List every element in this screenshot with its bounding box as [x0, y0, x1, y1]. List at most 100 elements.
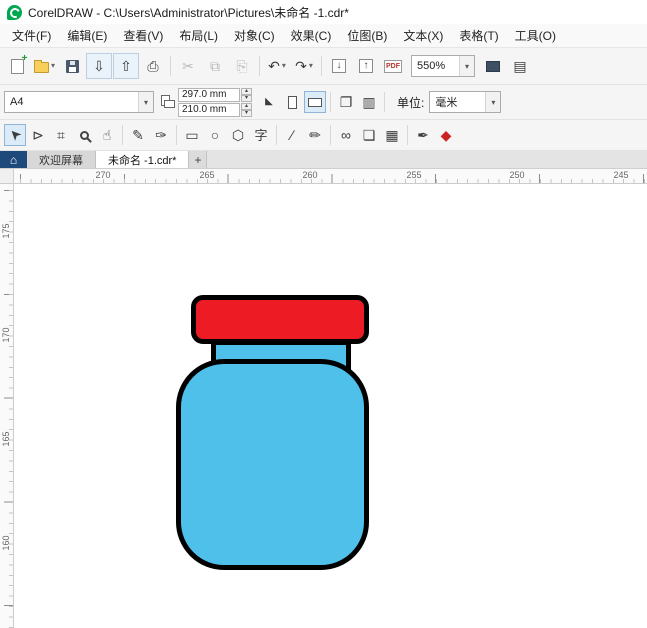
ruler-label: 170 — [1, 327, 11, 343]
color-eyedropper-tool-button[interactable]: ✒ — [412, 124, 434, 146]
copy-icon: ⧉ — [210, 58, 221, 74]
export-button[interactable]: ↑ — [353, 53, 379, 79]
open-cloud-button[interactable]: ⇩ — [86, 53, 113, 79]
horizontal-ruler[interactable]: 270 265 260 255 250 245 — [14, 169, 647, 184]
pan-tool-button[interactable]: ☝ — [96, 124, 118, 146]
ruler-label: 270 — [95, 170, 111, 180]
document-tab-bar: ⌂ 欢迎屏幕 未命名 -1.cdr* + — [0, 151, 647, 169]
show-rulers-button[interactable]: ▤ — [507, 53, 533, 79]
page-layout-button[interactable]: ▥ — [358, 91, 380, 113]
title-bar: CorelDRAW - C:\Users\Administrator\Pictu… — [0, 0, 647, 24]
page-dimensions-fields: 297.0 mm ▴ ▾ 210.0 mm ▴ ▾ — [178, 87, 252, 117]
shape-tool-icon: ⊳ — [32, 127, 44, 143]
artistic-media-tool-button[interactable]: ✑ — [150, 124, 172, 146]
separator — [170, 56, 172, 76]
stepper-up-icon[interactable]: ▴ — [241, 102, 252, 110]
ruler-label: 260 — [302, 170, 318, 180]
zoom-tool-button[interactable] — [73, 124, 95, 146]
zoom-level-value[interactable]: 550% — [412, 56, 459, 76]
save-button[interactable] — [59, 53, 85, 79]
portrait-orientation-button[interactable] — [281, 91, 303, 113]
crop-tool-icon: ⌗ — [57, 127, 65, 143]
tab-welcome-screen[interactable]: 欢迎屏幕 — [27, 151, 96, 168]
redo-button[interactable]: ↷ ▾ — [291, 53, 317, 79]
landscape-orientation-button[interactable] — [304, 91, 326, 113]
menu-file[interactable]: 文件(F) — [4, 24, 59, 47]
menu-effects[interactable]: 效果(C) — [283, 24, 340, 47]
zoom-level-combobox[interactable]: 550% ▾ — [411, 55, 476, 77]
page-height-stepper[interactable]: ▴ ▾ — [241, 102, 252, 117]
new-document-button[interactable]: + — [4, 53, 30, 79]
menu-view[interactable]: 查看(V) — [115, 24, 171, 47]
open-dropdown-caret-icon[interactable]: ▾ — [51, 62, 55, 70]
vertical-ruler[interactable]: 175 170 165 160 — [0, 184, 14, 628]
separator — [407, 125, 408, 145]
open-document-button[interactable]: ▾ — [31, 53, 58, 79]
polygon-tool-icon: ⬡ — [231, 127, 245, 143]
page-height-input[interactable]: 210.0 mm — [178, 102, 240, 117]
save-cloud-button[interactable]: ⇧ — [113, 53, 140, 79]
home-button[interactable]: ⌂ — [0, 151, 27, 168]
fill-tool-button[interactable]: ▦ — [381, 124, 403, 146]
menu-object[interactable]: 对象(C) — [226, 24, 283, 47]
page-width-input[interactable]: 297.0 mm — [178, 87, 240, 102]
units-caret-icon[interactable]: ▾ — [485, 92, 501, 112]
paste-button[interactable]: ⎘ — [229, 53, 255, 79]
jar-cap-shape[interactable] — [191, 295, 369, 344]
outline-color-tool-button[interactable]: ◆ — [435, 124, 457, 146]
separator — [384, 92, 385, 112]
page-size-value[interactable]: A4 — [5, 92, 138, 112]
separator — [330, 92, 331, 112]
dimension-tool-button[interactable]: ∕ — [281, 124, 303, 146]
text-tool-icon: 字 — [254, 127, 268, 143]
undo-button[interactable]: ↶ ▾ — [264, 53, 290, 79]
print-button[interactable]: ⎙ — [140, 53, 166, 79]
eyedropper-tool-button[interactable]: ∞ — [335, 124, 357, 146]
stepper-down-icon[interactable]: ▾ — [241, 94, 252, 102]
color-eyedropper-icon: ✒ — [417, 127, 429, 143]
copy-button[interactable]: ⧉ — [202, 53, 228, 79]
import-button[interactable]: ↓ — [326, 53, 352, 79]
fullscreen-preview-button[interactable] — [480, 53, 506, 79]
stepper-up-icon[interactable]: ▴ — [241, 87, 252, 95]
all-pages-button[interactable]: ❐ — [335, 91, 357, 113]
units-select[interactable]: 毫米 ▾ — [429, 91, 502, 113]
page-size-select[interactable]: A4 ▾ — [4, 91, 154, 113]
stepper-down-icon[interactable]: ▾ — [241, 109, 252, 117]
pick-tool-button[interactable]: ➤ — [4, 124, 26, 146]
menu-layout[interactable]: 布局(L) — [171, 24, 226, 47]
pen-tool-button[interactable]: ✏ — [304, 124, 326, 146]
cut-button[interactable]: ✂ — [175, 53, 201, 79]
menu-edit[interactable]: 编辑(E) — [59, 24, 115, 47]
drawing-canvas[interactable] — [14, 184, 647, 628]
ruler-label: 250 — [509, 170, 525, 180]
units-value[interactable]: 毫米 — [430, 92, 485, 112]
property-bar: A4 ▾ 297.0 mm ▴ ▾ 210.0 mm ▴ ▾ ◣ ❐ ▥ 单位:… — [0, 85, 647, 120]
menu-text[interactable]: 文本(X) — [395, 24, 451, 47]
standard-toolbar: + ▾ ⇩ ⇧ ⎙ ✂ ⧉ ⎘ ↶ ▾ ↷ ▾ ↓ ↑ PDF 550% ▾ ▤ — [0, 48, 647, 85]
jar-body-shape[interactable] — [176, 359, 369, 570]
crop-tool-button[interactable]: ⌗ — [50, 124, 72, 146]
rectangle-tool-button[interactable]: ▭ — [181, 124, 203, 146]
zoom-dropdown-caret-icon[interactable]: ▾ — [459, 56, 475, 76]
outline-pen-tool-button[interactable]: ❏ — [358, 124, 380, 146]
tab-document[interactable]: 未命名 -1.cdr* — [96, 151, 190, 168]
text-tool-button[interactable]: 字 — [250, 124, 272, 146]
undo-dropdown-caret-icon[interactable]: ▾ — [282, 62, 286, 70]
nib-shape-button[interactable]: ◣ — [258, 91, 280, 113]
page-width-stepper[interactable]: ▴ ▾ — [241, 87, 252, 102]
menu-tools[interactable]: 工具(O) — [507, 24, 564, 47]
menu-bar: 文件(F) 编辑(E) 查看(V) 布局(L) 对象(C) 效果(C) 位图(B… — [0, 24, 647, 48]
polygon-tool-button[interactable]: ⬡ — [227, 124, 249, 146]
menu-table[interactable]: 表格(T) — [451, 24, 506, 47]
freehand-tool-button[interactable]: ✎ — [127, 124, 149, 146]
menu-bitmaps[interactable]: 位图(B) — [339, 24, 395, 47]
redo-dropdown-caret-icon[interactable]: ▾ — [309, 62, 313, 70]
shape-tool-button[interactable]: ⊳ — [27, 124, 49, 146]
ellipse-tool-button[interactable]: ○ — [204, 124, 226, 146]
new-tab-button[interactable]: + — [189, 151, 208, 168]
rectangle-tool-icon: ▭ — [185, 127, 199, 143]
ruler-origin[interactable] — [0, 169, 14, 184]
publish-pdf-button[interactable]: PDF — [380, 53, 406, 79]
page-size-caret-icon[interactable]: ▾ — [138, 92, 153, 112]
